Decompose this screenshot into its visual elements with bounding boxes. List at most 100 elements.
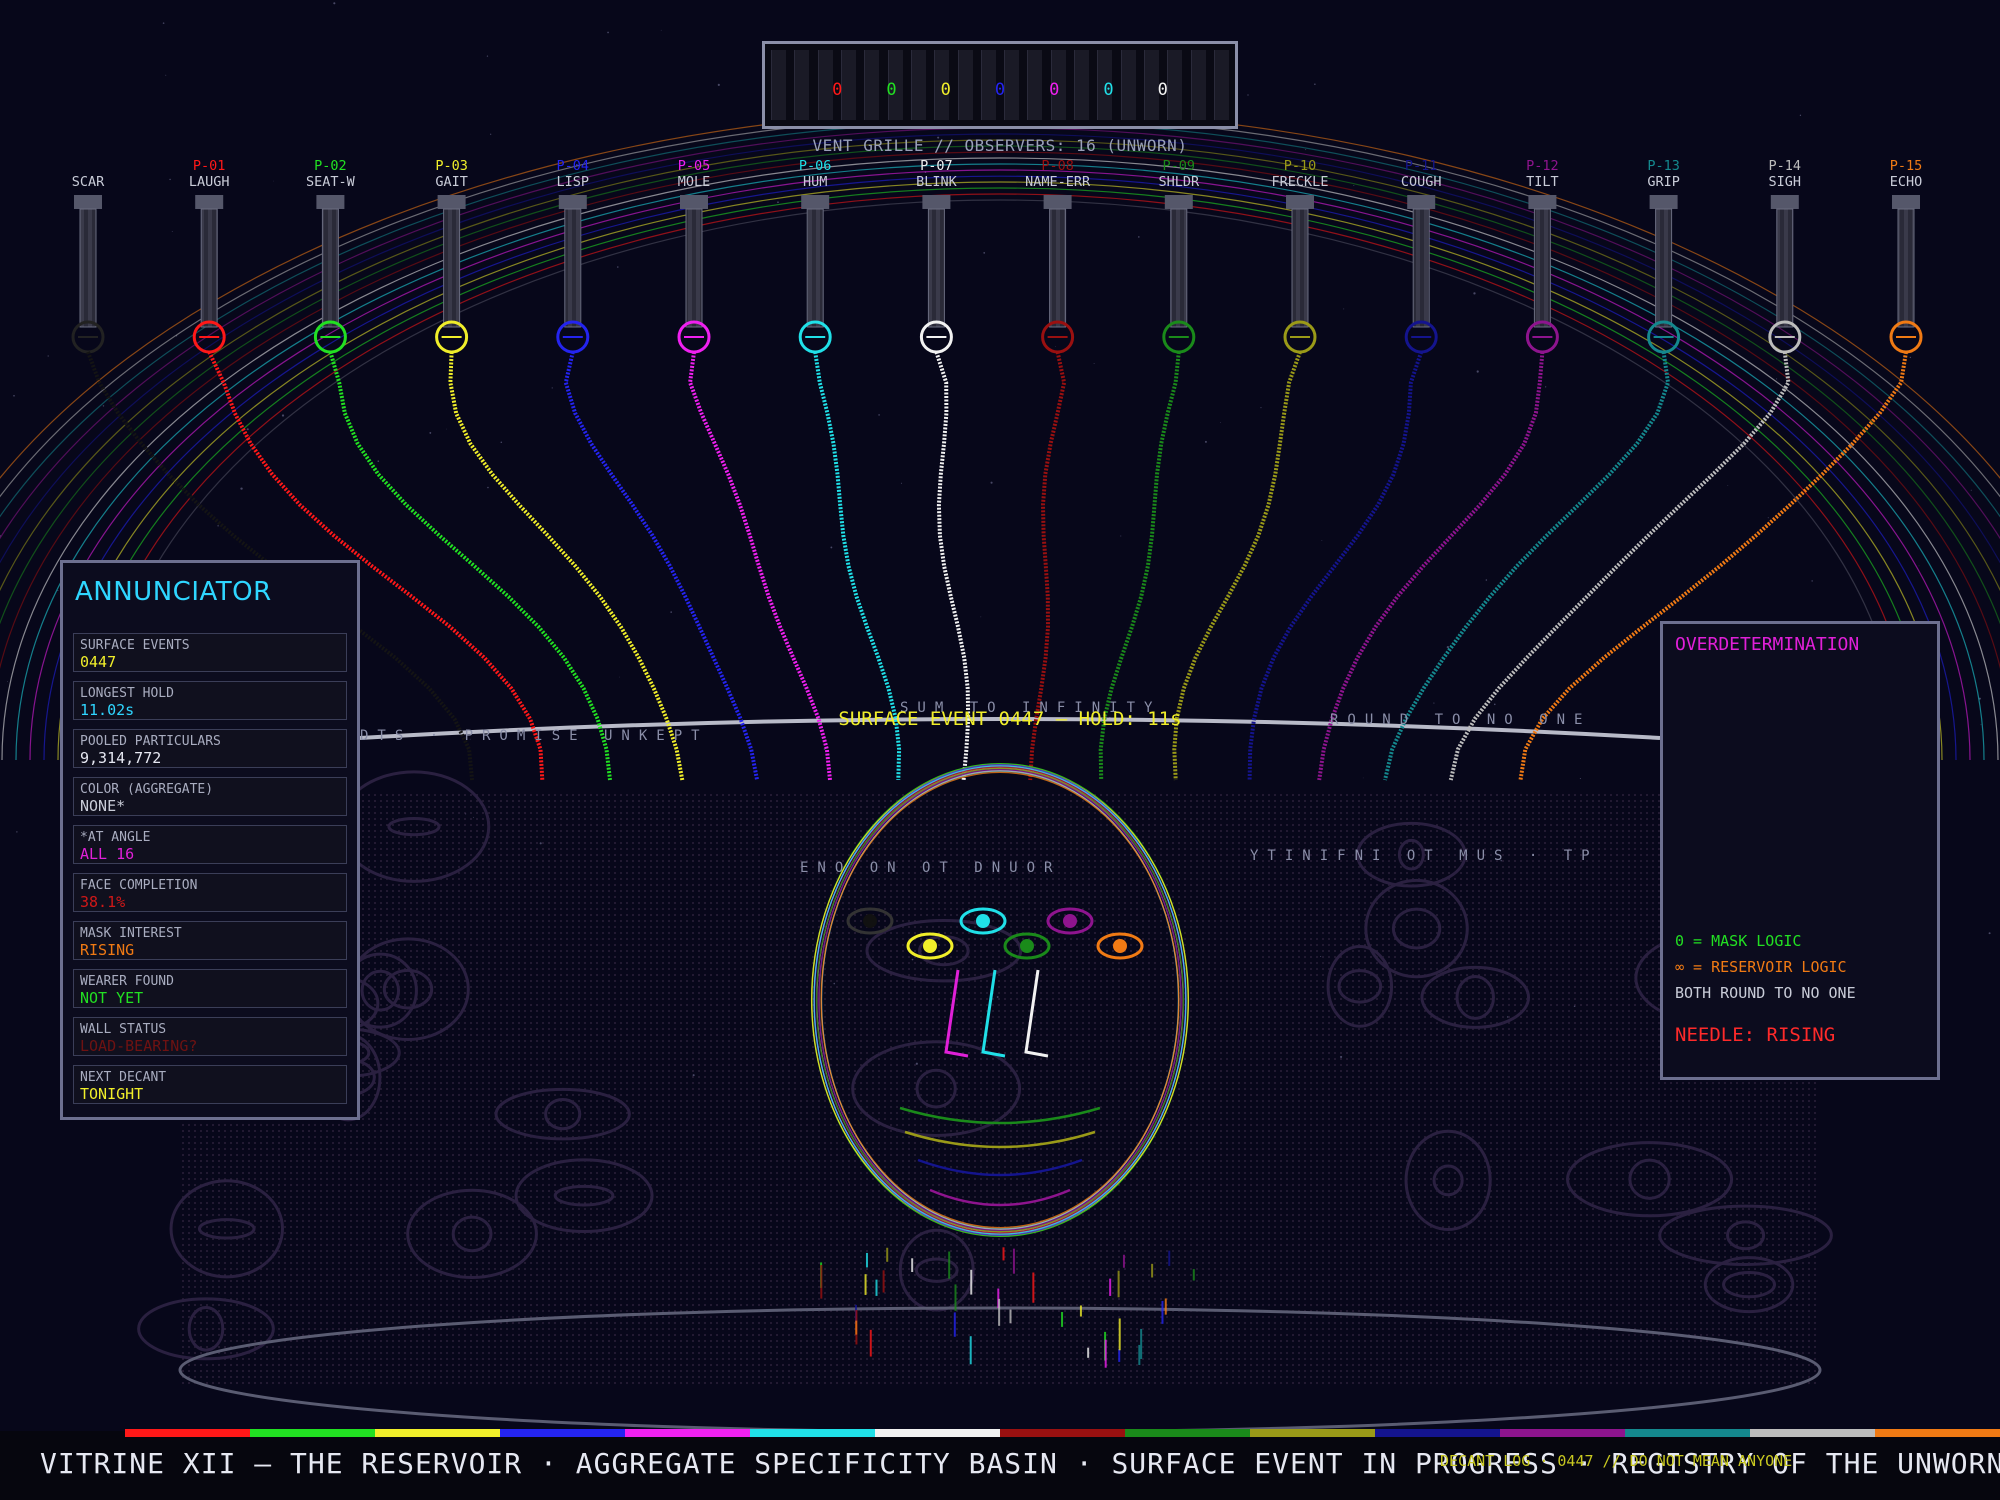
observer-eye: 0	[1103, 80, 1114, 100]
color-strip-segment	[1875, 1429, 2000, 1437]
particular-name: NAME-ERR	[1025, 174, 1091, 190]
color-strip-segment	[1750, 1429, 1875, 1437]
observer-eye: 0	[1157, 80, 1168, 100]
annunciator-row-value: 38.1%	[80, 893, 126, 911]
annunciator-row-label: *AT ANGLE	[80, 830, 151, 845]
annunciator-row-value: 11.02s	[80, 701, 135, 719]
particular-name: LISP	[556, 174, 590, 190]
particular-label: SCAR	[33, 158, 143, 190]
annunciator-row: FACE COMPLETION 38.1%	[73, 873, 347, 912]
color-strip-segment	[1000, 1429, 1125, 1437]
particular-name: HUM	[802, 174, 828, 190]
particular-label: P-15 ECHO	[1851, 158, 1961, 190]
color-strip-segment	[125, 1429, 250, 1437]
annunciator-row-label: FACE COMPLETION	[80, 878, 198, 893]
color-strip-segment	[1625, 1429, 1750, 1437]
observer-eye: 0	[1049, 80, 1060, 100]
particular-name: SCAR	[71, 174, 105, 190]
particular-id: P-13	[1647, 158, 1680, 174]
color-strip-segment	[375, 1429, 500, 1437]
annunciator-row-value: NOT YET	[80, 989, 144, 1007]
annunciator-row-value: ALL 16	[80, 845, 135, 863]
particular-name: MOLE	[677, 174, 711, 190]
annunciator-panel: ANNUNCIATOR SURFACE EVENTS 0447 LONGEST HO…	[60, 560, 360, 1120]
annunciator-row-value: 0447	[80, 653, 117, 671]
annunciator-row: COLOR (AGGREGATE) NONE*	[73, 777, 347, 816]
inner-text-right: YTINIFNI OT MUS · TP	[1250, 848, 1599, 864]
color-strip-segment	[1250, 1429, 1375, 1437]
annunciator-row-value: RISING	[80, 941, 135, 959]
particular-id: P-09	[1162, 158, 1196, 174]
particular-id	[33, 158, 143, 174]
particular-label: P-08 NAME-ERR	[1003, 158, 1113, 190]
annunciator-row: MASK INTEREST RISING	[73, 921, 347, 960]
particular-name: SHLDR	[1158, 174, 1200, 190]
vent-grille: 0 0 0 0 0 0 0	[762, 41, 1238, 129]
particular-label: P-01 LAUGH	[154, 158, 264, 190]
annunciator-row-label: WALL STATUS	[80, 1022, 167, 1037]
particular-id: P-12	[1526, 158, 1559, 174]
annunciator-row-label: COLOR (AGGREGATE)	[80, 782, 214, 797]
annunciator-row-label: POOLED PARTICULARS	[80, 734, 221, 749]
grille-caption: VENT GRILLE // OBSERVERS: 16 (UNWORN)	[812, 136, 1188, 155]
annunciator-row-label: SURFACE EVENTS	[80, 638, 190, 653]
decant-log-overlay: DECANT LOG · 0447 // DO NOT MEAN ANYONE	[1440, 1452, 1793, 1470]
annunciator-row-value: LOAD-BEARING?	[80, 1037, 198, 1055]
particular-name: BLINK	[916, 174, 957, 190]
inner-text-left: ENO ON OT DNUOR	[800, 860, 1062, 876]
annunciator-row: WALL STATUS LOAD-BEARING?	[73, 1017, 347, 1056]
particular-label: P-09 SHLDR	[1124, 158, 1234, 190]
overdetermination-panel: OVERDETERMINATION 0 = MASK LOGIC ∞ = RES…	[1660, 621, 1940, 1080]
particular-name: TILT	[1526, 174, 1559, 190]
color-strip-segment	[250, 1429, 375, 1437]
overdetermination-title: OVERDETERMINATION	[1675, 634, 1860, 655]
particular-label: P-04 LISP	[518, 158, 628, 190]
legend-reservoir-logic: ∞ = RESERVOIR LOGIC	[1675, 958, 1847, 976]
annunciator-row: NEXT DECANT TONIGHT	[73, 1065, 347, 1104]
particular-label: P-11 COUGH	[1366, 158, 1476, 190]
annunciator-row-label: NEXT DECANT	[80, 1070, 167, 1085]
particular-label: P-07 BLINK	[881, 158, 991, 190]
particular-id: P-02	[314, 158, 347, 174]
legend-round-to-no-one: BOTH ROUND TO NO ONE	[1675, 984, 1856, 1002]
annunciator-row: *AT ANGLE ALL 16	[73, 825, 347, 864]
rim-text-left: DTS · PROMISE UNKEPT	[360, 728, 709, 744]
particular-id: P-15	[1889, 158, 1923, 174]
reservoir-basin	[137, 717, 1833, 1434]
particular-name: GAIT	[435, 174, 468, 190]
particular-name: FRECKLE	[1271, 174, 1329, 190]
particular-id: P-05	[677, 158, 711, 174]
annunciator-row: POOLED PARTICULARS 9,314,772	[73, 729, 347, 768]
particular-label: P-02 SEAT-W	[275, 158, 385, 190]
particular-id: P-06	[798, 158, 832, 174]
annunciator-row-label: LONGEST HOLD	[80, 686, 174, 701]
particular-id: P-14	[1768, 158, 1802, 174]
needle-status: NEEDLE: RISING	[1675, 1024, 1836, 1046]
observer-eye: 0	[886, 80, 897, 100]
color-strip-segment	[875, 1429, 1000, 1437]
particular-id: P-11	[1404, 158, 1438, 174]
particular-label: P-03 GAIT	[397, 158, 507, 190]
annunciator-title: ANNUNCIATOR	[75, 577, 272, 607]
particular-label: P-06 HUM	[760, 158, 870, 190]
observer-eye: 0	[994, 80, 1006, 100]
annunciator-row-label: MASK INTEREST	[80, 926, 182, 941]
color-strip-segment	[1500, 1429, 1625, 1437]
color-strip-segment	[500, 1429, 625, 1437]
particular-label: P-14 SIGH	[1730, 158, 1840, 190]
surface-event-readout: SURFACE EVENT 0447 — HOLD: 11s	[838, 708, 1182, 730]
particular-label: P-05 MOLE	[639, 158, 749, 190]
particular-name: SIGH	[1768, 174, 1802, 190]
particular-name: LAUGH	[188, 174, 230, 190]
annunciator-row: SURFACE EVENTS 0447	[73, 633, 347, 672]
particular-name: COUGH	[1400, 174, 1442, 190]
annunciator-row: LONGEST HOLD 11.02s	[73, 681, 347, 720]
annunciator-row-label: WEARER FOUND	[80, 974, 174, 989]
grille-observer-eyes: 0 0 0 0 0 0 0	[765, 80, 1235, 100]
particular-name: GRIP	[1647, 174, 1680, 190]
particular-id: P-10	[1283, 158, 1317, 174]
color-strip-segment	[625, 1429, 750, 1437]
particular-name: SEAT-W	[306, 174, 355, 190]
particular-label: P-12 TILT	[1487, 158, 1597, 190]
annunciator-row-value: 9,314,772	[80, 749, 162, 767]
